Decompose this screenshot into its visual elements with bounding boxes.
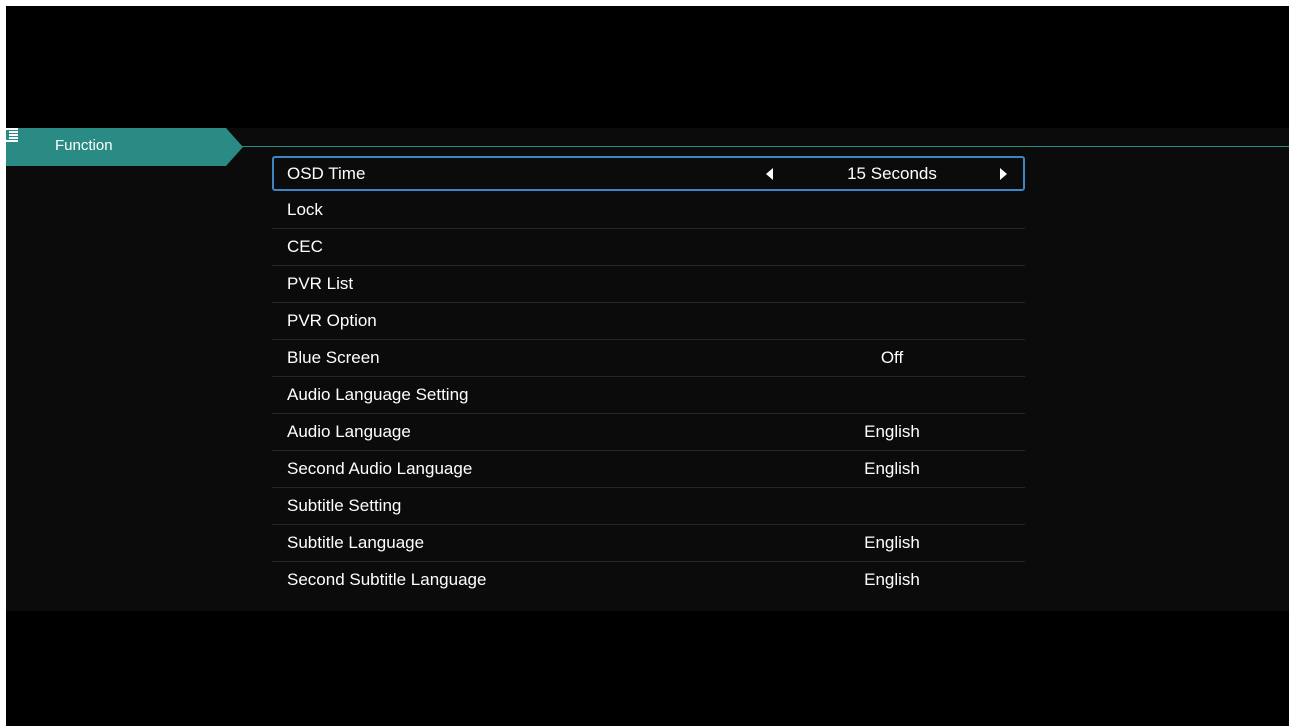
- menu-item-subtitle-language[interactable]: Subtitle Language English: [272, 525, 1025, 562]
- menu-item-cec[interactable]: CEC: [272, 229, 1025, 266]
- menu-item-label: Second Audio Language: [287, 459, 473, 478]
- tv-screen: Function OSD Time 15 Seconds Lock CEC PV…: [6, 6, 1289, 726]
- menu-item-label: Subtitle Language: [287, 533, 425, 552]
- function-tab[interactable]: Function: [6, 128, 243, 166]
- menu-item-label: Blue Screen: [287, 348, 380, 367]
- menu-item-label: PVR List: [287, 274, 354, 293]
- menu-item-label: Second Subtitle Language: [287, 570, 487, 589]
- menu-item-second-audio-language[interactable]: Second Audio Language English: [272, 451, 1025, 488]
- right-arrow-icon[interactable]: [1000, 168, 1007, 180]
- menu-item-blue-screen[interactable]: Blue Screen Off: [272, 340, 1025, 377]
- menu-item-label: PVR Option: [287, 311, 377, 330]
- function-tab-label: Function: [55, 137, 113, 154]
- menu-item-label: Lock: [287, 200, 323, 219]
- menu-item-value: English: [864, 533, 920, 552]
- menu-item-value: Off: [880, 348, 904, 367]
- menu-item-label: OSD Time: [287, 164, 366, 183]
- menu-item-audio-language-setting[interactable]: Audio Language Setting: [272, 377, 1025, 414]
- menu-item-value: English: [864, 459, 920, 478]
- function-tab-background: [6, 128, 243, 166]
- header-divider-line: [236, 146, 1289, 147]
- menu-item-value: English: [864, 570, 920, 589]
- function-menu-list: OSD Time 15 Seconds Lock CEC PVR List PV…: [272, 156, 1025, 599]
- menu-item-value: 15 Seconds: [847, 164, 937, 183]
- menu-item-subtitle-setting[interactable]: Subtitle Setting: [272, 488, 1025, 525]
- menu-item-label: CEC: [287, 237, 323, 256]
- menu-item-label: Audio Language: [287, 422, 411, 441]
- menu-item-audio-language[interactable]: Audio Language English: [272, 414, 1025, 451]
- menu-list-icon: [6, 128, 18, 142]
- menu-item-label: Subtitle Setting: [287, 496, 402, 515]
- menu-item-lock[interactable]: Lock: [272, 192, 1025, 229]
- menu-item-osd-time[interactable]: OSD Time 15 Seconds: [272, 156, 1025, 191]
- menu-item-value: English: [864, 422, 920, 441]
- menu-item-pvr-list[interactable]: PVR List: [272, 266, 1025, 303]
- left-arrow-icon[interactable]: [766, 168, 773, 180]
- menu-item-pvr-option[interactable]: PVR Option: [272, 303, 1025, 340]
- menu-item-label: Audio Language Setting: [287, 385, 469, 404]
- menu-item-second-subtitle-language[interactable]: Second Subtitle Language English: [272, 562, 1025, 599]
